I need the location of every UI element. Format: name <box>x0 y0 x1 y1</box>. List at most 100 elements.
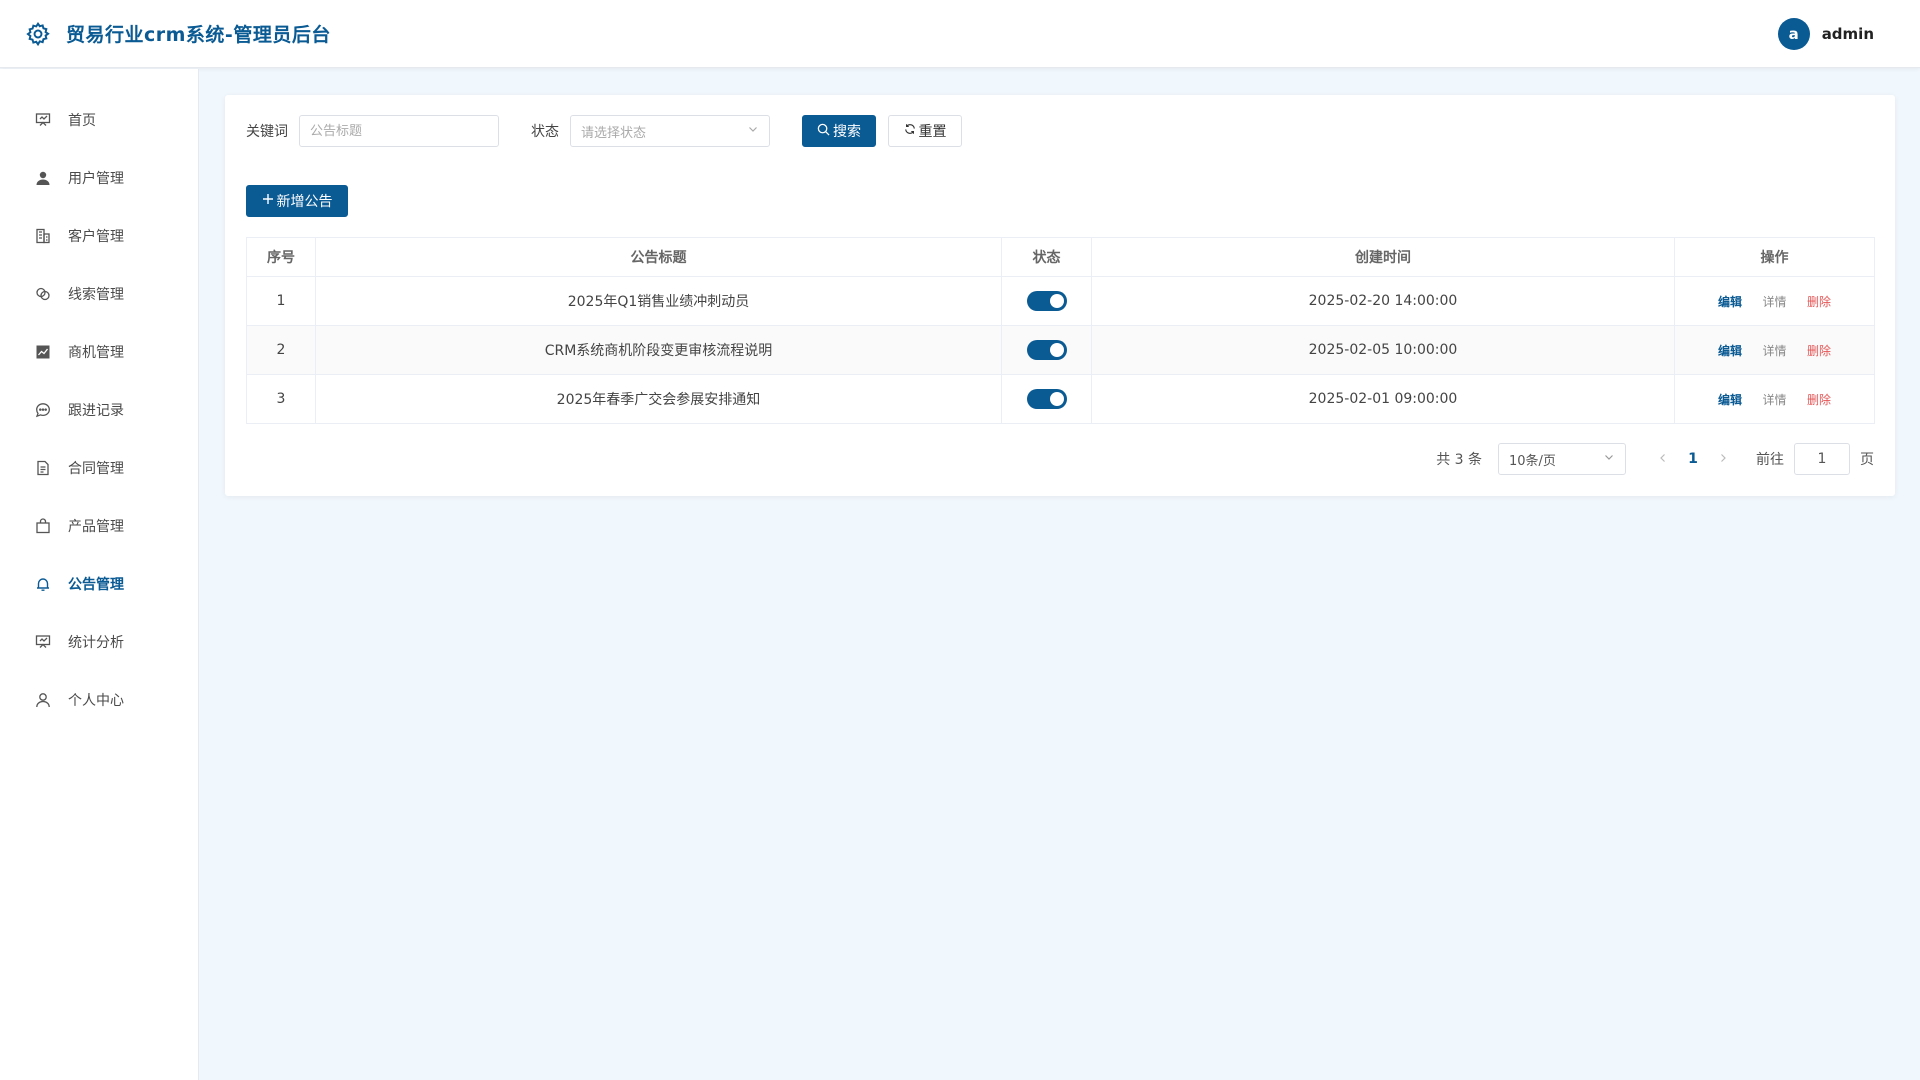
goto-page-input[interactable]: 1 <box>1794 443 1850 475</box>
chevron-down-icon <box>1603 451 1615 467</box>
sidebar-item-profile[interactable]: 个人中心 <box>0 671 198 729</box>
row-created: 2025-02-01 09:00:00 <box>1091 374 1675 424</box>
chat-icon <box>34 401 52 419</box>
status-select-placeholder: 请选择状态 <box>581 125 647 141</box>
sidebar: 首页 用户管理 客户管理 线索管理 商机管理 跟进记录 合同管理 产品管理 公告… <box>0 69 199 1080</box>
search-icon <box>817 123 830 140</box>
row-created: 2025-02-05 10:00:00 <box>1091 325 1675 375</box>
sidebar-item-label: 个人中心 <box>68 693 124 709</box>
page-number[interactable]: 1 <box>1678 451 1708 467</box>
delete-link[interactable]: 删除 <box>1807 344 1831 358</box>
plus-icon <box>262 193 274 209</box>
sidebar-item-announcements[interactable]: 公告管理 <box>0 555 198 613</box>
sidebar-item-label: 公告管理 <box>68 577 124 593</box>
column-header-created: 创建时间 <box>1091 237 1675 277</box>
row-title: CRM系统商机阶段变更审核流程说明 <box>315 325 1002 375</box>
reset-button[interactable]: 重置 <box>888 115 962 147</box>
row-title: 2025年Q1销售业绩冲刺动员 <box>315 276 1002 326</box>
gear-icon <box>24 20 52 48</box>
chart-icon <box>34 343 52 361</box>
add-announcement-label: 新增公告 <box>276 194 333 210</box>
keyword-label: 关键词 <box>246 124 288 140</box>
sidebar-item-label: 客户管理 <box>68 229 124 245</box>
status-toggle[interactable] <box>1026 291 1067 311</box>
row-created: 2025-02-20 14:00:00 <box>1091 276 1675 326</box>
delete-link[interactable]: 删除 <box>1807 393 1831 407</box>
user-icon <box>34 169 52 187</box>
announcement-table: 序号 公告标题 状态 创建时间 操作 1 2025年Q1销售业绩冲刺动员 202… <box>246 237 1875 424</box>
page-suffix: 页 <box>1860 452 1874 468</box>
next-page-icon[interactable] <box>1708 451 1738 467</box>
table-header-row: 序号 公告标题 状态 创建时间 操作 <box>246 237 1875 277</box>
search-button-label: 搜索 <box>833 124 861 140</box>
link-icon <box>34 285 52 303</box>
person-icon <box>34 691 52 709</box>
sidebar-item-opportunities[interactable]: 商机管理 <box>0 323 198 381</box>
sidebar-item-home[interactable]: 首页 <box>0 91 198 149</box>
reset-button-label: 重置 <box>918 124 947 140</box>
row-actions: 编辑 详情 删除 <box>1674 374 1875 424</box>
brand: 贸易行业crm系统-管理员后台 <box>24 20 331 48</box>
row-actions: 编辑 详情 删除 <box>1674 325 1875 375</box>
avatar[interactable]: a <box>1777 17 1810 50</box>
sidebar-item-statistics[interactable]: 统计分析 <box>0 613 198 671</box>
edit-link[interactable]: 编辑 <box>1718 393 1742 407</box>
search-button[interactable]: 搜索 <box>802 115 876 147</box>
sidebar-item-contracts[interactable]: 合同管理 <box>0 439 198 497</box>
sidebar-item-label: 统计分析 <box>68 635 124 651</box>
column-header-status: 状态 <box>1001 237 1092 277</box>
row-status <box>1001 374 1092 424</box>
detail-link[interactable]: 详情 <box>1762 393 1786 407</box>
total-count: 共 3 条 <box>1436 452 1482 468</box>
page-size-select[interactable]: 10条/页 <box>1498 443 1626 475</box>
chevron-down-icon <box>747 123 759 139</box>
sidebar-item-leads[interactable]: 线索管理 <box>0 265 198 323</box>
sidebar-item-label: 商机管理 <box>68 345 124 361</box>
bag-icon <box>34 517 52 535</box>
sidebar-item-users[interactable]: 用户管理 <box>0 149 198 207</box>
row-index: 1 <box>246 276 316 326</box>
column-header-title: 公告标题 <box>315 237 1002 277</box>
sidebar-item-label: 产品管理 <box>68 519 124 535</box>
edit-link[interactable]: 编辑 <box>1718 295 1742 309</box>
sidebar-item-followups[interactable]: 跟进记录 <box>0 381 198 439</box>
page-size-value: 10条/页 <box>1509 453 1556 469</box>
row-index: 2 <box>246 325 316 375</box>
sidebar-item-customers[interactable]: 客户管理 <box>0 207 198 265</box>
goto-label: 前往 <box>1756 452 1784 468</box>
sidebar-item-label: 用户管理 <box>68 171 124 187</box>
presentation-icon <box>34 111 52 129</box>
announcement-panel: 关键词 状态 请选择状态 搜索 重置 新增公告 <box>225 95 1895 496</box>
filter-bar: 关键词 状态 请选择状态 搜索 重置 <box>246 115 962 147</box>
document-icon <box>34 459 52 477</box>
presentation-icon <box>34 633 52 651</box>
user-menu[interactable]: a admin <box>1777 17 1874 50</box>
status-select[interactable]: 请选择状态 <box>570 115 770 147</box>
status-toggle[interactable] <box>1026 389 1067 409</box>
detail-link[interactable]: 详情 <box>1762 344 1786 358</box>
add-announcement-button[interactable]: 新增公告 <box>246 185 348 217</box>
delete-link[interactable]: 删除 <box>1807 295 1831 309</box>
sidebar-item-label: 线索管理 <box>68 287 124 303</box>
row-actions: 编辑 详情 删除 <box>1674 276 1875 326</box>
status-label: 状态 <box>531 124 559 140</box>
edit-link[interactable]: 编辑 <box>1718 344 1742 358</box>
row-status <box>1001 325 1092 375</box>
table-row: 3 2025年春季广交会参展安排通知 2025-02-01 09:00:00 编… <box>246 374 1875 424</box>
username[interactable]: admin <box>1822 25 1874 43</box>
keyword-input[interactable] <box>299 115 499 147</box>
column-header-index: 序号 <box>246 237 316 277</box>
sidebar-item-label: 跟进记录 <box>68 403 124 419</box>
pagination: 共 3 条 10条/页 1 前往 1 页 <box>1436 443 1874 475</box>
prev-page-icon[interactable] <box>1648 451 1678 467</box>
bell-icon <box>34 575 52 593</box>
detail-link[interactable]: 详情 <box>1762 295 1786 309</box>
row-title: 2025年春季广交会参展安排通知 <box>315 374 1002 424</box>
table-row: 2 CRM系统商机阶段变更审核流程说明 2025-02-05 10:00:00 … <box>246 325 1875 375</box>
status-toggle[interactable] <box>1026 340 1067 360</box>
row-status <box>1001 276 1092 326</box>
sidebar-item-products[interactable]: 产品管理 <box>0 497 198 555</box>
column-header-actions: 操作 <box>1674 237 1875 277</box>
sidebar-item-label: 首页 <box>68 113 96 129</box>
row-index: 3 <box>246 374 316 424</box>
